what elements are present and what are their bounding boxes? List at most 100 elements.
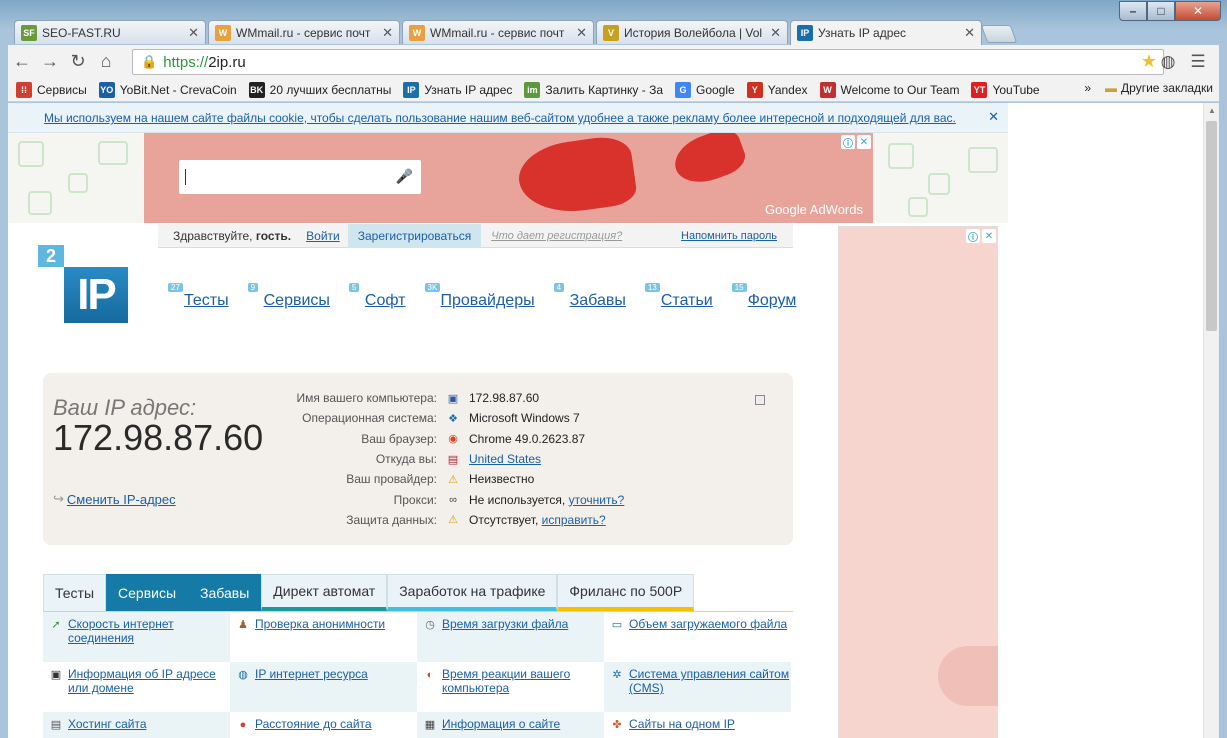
tab-3[interactable]: V История Волейбола | Vol ✕ xyxy=(596,20,788,44)
close-icon[interactable]: ✕ xyxy=(988,109,999,125)
tab-0[interactable]: SF SEO-FAST.RU ✕ xyxy=(14,20,206,44)
pin-icon: ● xyxy=(239,719,247,731)
service-tab-1[interactable]: Сервисы xyxy=(106,574,189,611)
close-icon[interactable]: ✕ xyxy=(382,25,393,41)
ad-controls: ⓘ ✕ xyxy=(841,135,871,150)
back-button[interactable]: ← xyxy=(8,48,36,76)
close-icon[interactable]: ✕ xyxy=(188,25,199,41)
computer-icon: ▣ xyxy=(447,392,459,405)
minimize-button[interactable]: – xyxy=(1119,1,1147,21)
menu-count-badge: 27 xyxy=(168,283,183,292)
service-link[interactable]: IP интернет ресурса xyxy=(255,667,368,712)
close-icon[interactable]: ✕ xyxy=(982,229,996,243)
menu-link[interactable]: Забавы xyxy=(570,292,626,309)
reload-button[interactable]: ↻ xyxy=(64,48,92,76)
info-key: Ваш браузер: xyxy=(361,431,437,446)
menu-item-2[interactable]: 5 Софт xyxy=(348,283,406,310)
service-link[interactable]: Система управления сайтом (CMS) xyxy=(629,667,791,712)
why-register-link[interactable]: Что дает регистрация? xyxy=(491,230,622,242)
new-tab-button[interactable] xyxy=(980,25,1018,43)
tab-1[interactable]: W WMmail.ru - сервис почт ✕ xyxy=(208,20,400,44)
tab-2[interactable]: W WMmail.ru - сервис почт ✕ xyxy=(402,20,594,44)
service-tab-4[interactable]: Заработок на трафике xyxy=(387,574,558,611)
menu-item-5[interactable]: 13 Статьи xyxy=(644,283,713,310)
service-link[interactable]: Информация об IP адресе или домене xyxy=(68,667,230,712)
service-link[interactable]: Расстояние до сайта xyxy=(255,717,372,738)
tab-title: Узнать IP адрес xyxy=(818,26,907,40)
info-icon[interactable]: ⓘ xyxy=(841,135,855,150)
menu-count-badge: 13 xyxy=(644,283,660,292)
side-ad[interactable]: ⓘ ✕ xyxy=(838,226,998,738)
service-link[interactable]: Хостинг сайта xyxy=(68,717,147,738)
bookmark-2[interactable]: BK 20 лучших бесплатны xyxy=(248,81,391,98)
translate-icon[interactable]: ◍ xyxy=(1153,49,1183,75)
menu-item-3[interactable]: 3K Провайдеры xyxy=(424,283,535,310)
close-icon[interactable]: ✕ xyxy=(576,25,587,41)
flag-icon: ▤ xyxy=(447,453,459,466)
scroll-up-icon[interactable]: ▲ xyxy=(1208,106,1216,115)
bookmark-1[interactable]: YO YoBit.Net - CrevaCoin xyxy=(98,81,237,98)
info-link[interactable]: уточнить? xyxy=(569,493,625,507)
address-bar[interactable]: 🔒 https:// 2ip.ru ★ xyxy=(132,49,1164,75)
sites-icon: ✤ xyxy=(612,719,622,731)
info-icon[interactable]: ⓘ xyxy=(966,229,980,244)
service-link[interactable]: Скорость интернет соединения xyxy=(68,617,230,662)
service-link[interactable]: Время загрузки файла xyxy=(442,617,568,662)
scroll-thumb[interactable] xyxy=(1206,121,1217,331)
close-icon[interactable]: ✕ xyxy=(857,135,871,149)
service-link[interactable]: Информация о сайте xyxy=(442,717,560,738)
info-link[interactable]: United States xyxy=(469,452,541,466)
service-link[interactable]: Объем загружаемого файла xyxy=(629,617,787,662)
menu-link[interactable]: Форум xyxy=(748,292,797,309)
bookmark-7[interactable]: W Welcome to Our Team xyxy=(819,81,960,98)
other-bookmarks[interactable]: » ▬ Другие закладки xyxy=(1084,81,1213,95)
close-icon[interactable]: ✕ xyxy=(770,25,781,41)
service-link[interactable]: Время реакции вашего компьютера xyxy=(442,667,604,712)
checkbox[interactable] xyxy=(755,395,765,405)
home-button[interactable]: ⌂ xyxy=(92,48,120,76)
menu-link[interactable]: Софт xyxy=(365,292,406,309)
menu-icon[interactable]: ☰ xyxy=(1183,49,1213,75)
service-tab-3[interactable]: Директ автомат xyxy=(261,574,388,611)
menu-link[interactable]: Провайдеры xyxy=(441,292,535,309)
menu-item-0[interactable]: 27 Тесты xyxy=(168,283,229,310)
close-window-button[interactable]: ✕ xyxy=(1175,1,1221,21)
microphone-icon: 🎤 xyxy=(395,168,413,184)
service-tab-2[interactable]: Забавы xyxy=(188,574,262,611)
menu-item-4[interactable]: 4 Забавы xyxy=(553,283,626,310)
tab-title: WMmail.ru - сервис почт xyxy=(430,25,565,40)
vertical-scrollbar[interactable]: ▲ xyxy=(1203,103,1219,738)
menu-link[interactable]: Тесты xyxy=(184,292,229,309)
service-tab-5[interactable]: Фриланс по 500Р xyxy=(557,574,695,611)
menu-link[interactable]: Статьи xyxy=(661,292,713,309)
menu-item-1[interactable]: 9 Сервисы xyxy=(247,283,330,310)
close-icon[interactable]: ✕ xyxy=(964,25,975,41)
site-logo[interactable]: 2 IP xyxy=(38,245,128,325)
info-value-text: 172.98.87.60 xyxy=(469,391,540,406)
bookmark-label: Welcome to Our Team xyxy=(840,82,960,97)
remind-password-link[interactable]: Напомнить пароль xyxy=(681,230,777,242)
cookie-text[interactable]: Мы используем на нашем сайте файлы cooki… xyxy=(44,111,956,125)
login-link[interactable]: Войти xyxy=(306,229,340,243)
menu-link[interactable]: Сервисы xyxy=(264,292,330,309)
maximize-button[interactable]: □ xyxy=(1147,1,1175,21)
bookmark-3[interactable]: IP Узнать IP адрес xyxy=(403,81,512,98)
service-link[interactable]: Сайты на одном IP xyxy=(629,717,735,738)
chevron-more-icon[interactable]: » xyxy=(1084,81,1091,95)
bookmark-6[interactable]: Y Yandex xyxy=(746,81,808,98)
register-button[interactable]: Зарегистрироваться xyxy=(347,223,482,248)
service-link[interactable]: Проверка анонимности xyxy=(255,617,385,662)
bookmark-8[interactable]: YT YouTube xyxy=(971,81,1040,98)
menu-item-6[interactable]: 15 Форум xyxy=(731,283,797,310)
info-link[interactable]: исправить? xyxy=(542,513,606,527)
bookmark-0[interactable]: ⁞⁞ Сервисы xyxy=(16,81,87,98)
change-ip-link[interactable]: ↪ Сменить IP-адрес xyxy=(53,491,176,507)
service-tab-0[interactable]: Тесты xyxy=(43,574,107,611)
bookmark-5[interactable]: G Google xyxy=(675,81,735,98)
ad-banner[interactable]: 🎤 Google AdWords ⓘ ✕ xyxy=(144,133,873,223)
ad-search-box[interactable]: 🎤 xyxy=(179,160,421,194)
bookmark-4[interactable]: im Залить Картинку - За xyxy=(524,81,663,98)
forward-button[interactable]: → xyxy=(36,48,64,76)
tab-4[interactable]: IP Узнать IP адрес ✕ xyxy=(790,20,982,45)
logo-ip: IP xyxy=(64,267,128,323)
